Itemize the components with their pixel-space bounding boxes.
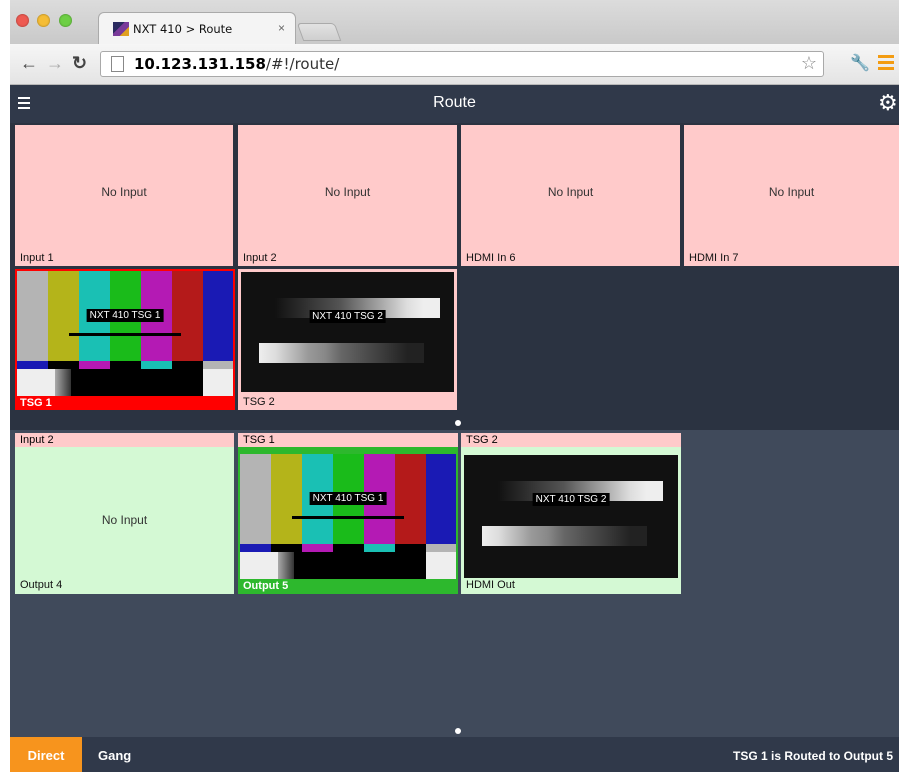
reload-icon[interactable]: ↻	[72, 53, 87, 74]
input-tile-hdmi-in-6[interactable]: No Input HDMI In 6	[461, 125, 680, 266]
input-label: HDMI In 6	[466, 252, 516, 264]
tsg-overlay-label: NXT 410 TSG 1	[86, 309, 164, 322]
page-title: Route	[433, 94, 476, 111]
direct-mode-button[interactable]: Direct	[10, 737, 82, 772]
zoom-window-icon[interactable]	[58, 14, 72, 27]
new-tab-button[interactable]	[296, 23, 342, 41]
address-url[interactable]: 10.123.131.158/#!/route/	[134, 55, 339, 73]
bookmark-star-icon[interactable]: ☆	[801, 53, 817, 74]
wrench-icon[interactable]: 🔧	[850, 53, 870, 73]
color-bars-preview: NXT 410 TSG 1	[17, 271, 233, 396]
output-tile-hdmi-out[interactable]: TSG 2 NXT 410 TSG 2 HDMI Out	[461, 433, 681, 594]
page-icon	[111, 56, 124, 72]
input-label: TSG 1	[20, 397, 52, 409]
output-source-label: TSG 2	[461, 433, 681, 447]
minimize-window-icon[interactable]	[37, 14, 51, 27]
input-label: HDMI In 7	[689, 252, 739, 264]
input-tile-input-2[interactable]: No Input Input 2	[238, 125, 457, 266]
no-input-text: No Input	[547, 185, 594, 199]
input-tile-hdmi-in-7[interactable]: No Input HDMI In 7	[684, 125, 899, 266]
back-arrow-icon[interactable]: ←	[20, 53, 38, 74]
no-input-text: No Input	[768, 185, 815, 199]
no-input-text: No Input	[101, 185, 147, 199]
input-label: TSG 2	[243, 396, 275, 408]
output-tile-output-4[interactable]: Input 2 No Input Output 4	[15, 433, 234, 594]
tsg-overlay-label: NXT 410 TSG 2	[532, 493, 610, 506]
grayscale-preview: NXT 410 TSG 2	[464, 455, 678, 578]
forward-arrow-icon[interactable]: →	[46, 53, 64, 74]
output-source-label: Input 2	[15, 433, 234, 447]
route-status-text: TSG 1 is Routed to Output 5	[733, 749, 893, 763]
favicon-icon	[113, 22, 129, 36]
input-label: Input 2	[243, 252, 277, 264]
no-input-text: No Input	[101, 513, 148, 527]
no-input-text: No Input	[324, 185, 371, 199]
output-label: Output 4	[20, 579, 63, 591]
input-tile-tsg-2[interactable]: NXT 410 TSG 2 TSG 2	[238, 269, 457, 410]
output-label: HDMI Out	[466, 579, 515, 591]
window-controls	[16, 14, 76, 32]
tab-strip: NXT 410 > Route ×	[10, 0, 899, 45]
color-bars-preview: NXT 410 TSG 1	[240, 454, 456, 579]
output-label: Output 5	[243, 580, 289, 592]
browser-window: NXT 410 > Route × ← → ↻ 10.123.131.158/#…	[10, 0, 899, 772]
browser-menu-icon[interactable]	[878, 55, 894, 73]
input-tile-input-1[interactable]: No Input Input 1	[15, 125, 233, 266]
address-bar[interactable]: 10.123.131.158/#!/route/ ☆	[100, 51, 824, 77]
browser-toolbar: ← → ↻ 10.123.131.158/#!/route/ ☆ 🔧	[10, 44, 899, 85]
input-label: Input 1	[20, 252, 54, 264]
close-window-icon[interactable]	[16, 14, 29, 27]
browser-tab[interactable]: NXT 410 > Route ×	[98, 12, 296, 45]
tab-title: NXT 410 > Route	[133, 22, 233, 36]
input-tile-tsg-1[interactable]: NXT 410 TSG 1 TSG 1	[15, 269, 235, 410]
output-source-label: TSG 1	[238, 433, 458, 447]
tsg-overlay-label: NXT 410 TSG 2	[309, 310, 386, 323]
app-header: Route ⚙	[10, 85, 899, 123]
page-indicator-dot[interactable]	[455, 728, 461, 734]
footer-bar: Direct Gang TSG 1 is Routed to Output 5	[10, 737, 899, 772]
grayscale-preview: NXT 410 TSG 2	[241, 272, 454, 392]
gang-mode-button[interactable]: Gang	[98, 737, 131, 772]
tab-close-icon[interactable]: ×	[278, 21, 285, 35]
tsg-overlay-label: NXT 410 TSG 1	[309, 492, 387, 505]
outputs-panel: Input 2 No Input Output 4 TSG 1 NXT 410 …	[10, 430, 899, 737]
gear-icon[interactable]: ⚙	[878, 90, 898, 116]
inputs-panel: No Input Input 1 No Input Input 2 No Inp…	[10, 123, 899, 430]
page-indicator-dot[interactable]	[455, 420, 461, 426]
output-tile-output-5[interactable]: TSG 1 NXT 410 TSG 1 Output 5	[238, 433, 458, 594]
